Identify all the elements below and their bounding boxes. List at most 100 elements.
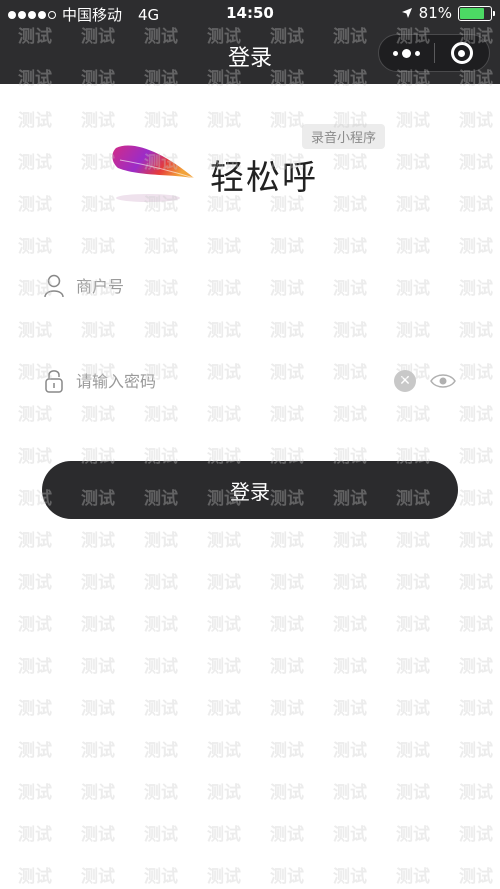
user-icon — [42, 273, 66, 299]
watermark-text: 测试 — [396, 615, 430, 635]
watermark-text: 测试 — [270, 825, 304, 845]
watermark-text: 测试 — [459, 447, 493, 467]
watermark-text: 测试 — [18, 867, 52, 887]
watermark-text: 测试 — [396, 657, 430, 677]
watermark-text: 测试 — [396, 825, 430, 845]
password-field[interactable]: ✕ — [42, 361, 456, 401]
watermark-text: 测试 — [18, 825, 52, 845]
watermark-text: 测试 — [333, 657, 367, 677]
watermark-text: 测试 — [18, 321, 52, 341]
watermark-text: 测试 — [18, 405, 52, 425]
watermark-text: 测试 — [207, 531, 241, 551]
nav-bar: 登录 — [0, 28, 500, 84]
watermark-text: 测试 — [207, 657, 241, 677]
watermark-text: 测试 — [81, 741, 115, 761]
watermark-text: 测试 — [144, 783, 178, 803]
battery-fill — [460, 7, 485, 19]
watermark-text: 测试 — [144, 741, 178, 761]
watermark-text: 测试 — [270, 531, 304, 551]
watermark-text: 测试 — [144, 825, 178, 845]
watermark-text: 测试 — [459, 573, 493, 593]
watermark-text: 测试 — [459, 741, 493, 761]
watermark-text: 测试 — [396, 153, 430, 173]
watermark-text: 测试 — [18, 531, 52, 551]
watermark-text: 测试 — [396, 867, 430, 887]
watermark-text: 测试 — [333, 741, 367, 761]
watermark-text: 测试 — [18, 195, 52, 215]
watermark-text: 测试 — [270, 111, 304, 131]
watermark-text: 测试 — [18, 111, 52, 131]
watermark-text: 测试 — [144, 321, 178, 341]
watermark-text: 测试 — [144, 573, 178, 593]
watermark-text: 测试 — [396, 699, 430, 719]
watermark-text: 测试 — [396, 195, 430, 215]
watermark-text: 测试 — [207, 321, 241, 341]
eye-icon[interactable] — [430, 373, 456, 389]
watermark-text: 测试 — [207, 783, 241, 803]
watermark-text: 测试 — [333, 321, 367, 341]
watermark-text: 测试 — [333, 699, 367, 719]
more-dots-icon[interactable] — [379, 35, 434, 71]
account-field[interactable] — [42, 266, 456, 306]
watermark-text: 测试 — [81, 321, 115, 341]
miniprogram-close-icon[interactable] — [435, 35, 489, 71]
login-button[interactable]: 登录 — [42, 461, 458, 519]
watermark-text: 测试 — [18, 573, 52, 593]
watermark-text: 测试 — [18, 237, 52, 257]
watermark-text: 测试 — [18, 447, 52, 467]
watermark-text: 测试 — [207, 615, 241, 635]
watermark-text: 测试 — [459, 489, 493, 509]
watermark-text: 测试 — [18, 699, 52, 719]
watermark-text: 测试 — [396, 405, 430, 425]
watermark-text: 测试 — [270, 237, 304, 257]
watermark-text: 测试 — [18, 153, 52, 173]
watermark-text: 测试 — [459, 153, 493, 173]
watermark-text: 测试 — [207, 699, 241, 719]
clear-icon[interactable]: ✕ — [394, 370, 416, 392]
watermark-text: 测试 — [333, 573, 367, 593]
watermark-text: 测试 — [396, 531, 430, 551]
watermark-text: 测试 — [81, 615, 115, 635]
watermark-text: 测试 — [459, 867, 493, 887]
watermark-text: 测试 — [81, 699, 115, 719]
watermark-text: 测试 — [144, 699, 178, 719]
watermark-text: 测试 — [270, 867, 304, 887]
status-bar: 中国移动 4G 14:50 81% — [0, 0, 500, 28]
watermark-text: 测试 — [396, 237, 430, 257]
watermark-text: 测试 — [81, 237, 115, 257]
watermark-text: 测试 — [459, 405, 493, 425]
watermark-text: 测试 — [396, 111, 430, 131]
watermark-text: 测试 — [144, 867, 178, 887]
watermark-text: 测试 — [270, 783, 304, 803]
watermark-text: 测试 — [333, 531, 367, 551]
watermark-text: 测试 — [207, 111, 241, 131]
watermark-text: 测试 — [144, 111, 178, 131]
location-arrow-icon — [401, 8, 412, 18]
watermark-text: 测试 — [270, 405, 304, 425]
watermark-text: 测试 — [81, 573, 115, 593]
watermark-text: 测试 — [459, 111, 493, 131]
watermark-text: 测试 — [333, 825, 367, 845]
watermark-text: 测试 — [270, 573, 304, 593]
watermark-text: 测试 — [459, 531, 493, 551]
watermark-text: 测试 — [207, 741, 241, 761]
watermark-text: 测试 — [459, 195, 493, 215]
watermark-text: 测试 — [81, 825, 115, 845]
watermark-text: 测试 — [459, 657, 493, 677]
watermark-text: 测试 — [396, 783, 430, 803]
account-input[interactable] — [76, 276, 456, 296]
watermark-text: 测试 — [396, 741, 430, 761]
watermark-text: 测试 — [333, 615, 367, 635]
watermark-text: 测试 — [333, 867, 367, 887]
watermark-text: 测试 — [459, 783, 493, 803]
watermark-text: 测试 — [144, 531, 178, 551]
watermark-text: 测试 — [81, 867, 115, 887]
watermark-text: 测试 — [18, 615, 52, 635]
watermark-text: 测试 — [333, 237, 367, 257]
watermark-text: 测试 — [144, 615, 178, 635]
status-right: 81% — [401, 4, 495, 22]
watermark-text: 测试 — [333, 195, 367, 215]
watermark-text: 测试 — [81, 783, 115, 803]
password-input[interactable] — [76, 371, 394, 391]
watermark-text: 测试 — [270, 657, 304, 677]
